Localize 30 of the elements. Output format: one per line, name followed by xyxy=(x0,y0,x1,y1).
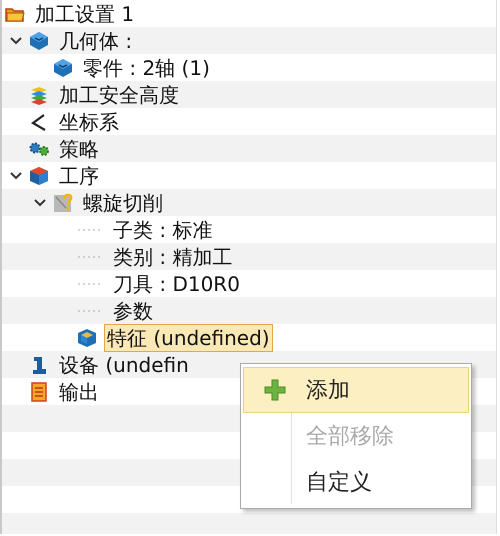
tree-item[interactable]: 螺旋切削 xyxy=(80,188,166,216)
chevron-icon[interactable] xyxy=(9,36,23,46)
tree-item[interactable]: 特征 (undefined) xyxy=(104,324,273,352)
tree-item[interactable]: 零件 : 2轴 (1) xyxy=(80,54,213,82)
cube-icon xyxy=(52,56,74,78)
chevron-icon[interactable] xyxy=(33,198,47,208)
tree-item[interactable]: 加工设置 1 xyxy=(32,0,138,28)
tree-item[interactable]: 刀具 : D10R0 xyxy=(110,270,243,298)
menu-item[interactable]: 自定义 xyxy=(243,459,469,505)
tree-item[interactable]: 类别 : 精加工 xyxy=(110,242,236,270)
cube-icon xyxy=(28,30,50,52)
tree-item[interactable]: 加工安全高度 xyxy=(56,80,182,108)
tool-icon xyxy=(52,192,74,214)
tree-item[interactable]: 参数 xyxy=(110,296,156,324)
tree-item[interactable]: 坐标系 xyxy=(56,108,122,136)
feature-icon xyxy=(76,326,98,348)
chevron-icon[interactable] xyxy=(9,170,23,180)
tree-item[interactable]: 输出 xyxy=(56,378,102,406)
tree-item[interactable]: 子类 : 标准 xyxy=(110,216,216,244)
tree-item[interactable]: 工序 xyxy=(56,162,102,190)
box-icon xyxy=(28,164,50,186)
tree-item[interactable]: 几何体 : xyxy=(56,26,136,54)
tree-line xyxy=(78,310,100,312)
plus-icon xyxy=(263,378,287,402)
tree-line xyxy=(78,256,100,258)
tree-line xyxy=(78,282,100,284)
tree-item[interactable]: 策略 xyxy=(56,134,102,162)
menu-item[interactable]: 添加 xyxy=(243,367,469,413)
tree-item[interactable]: 设备 (undefin xyxy=(56,350,192,378)
tree-line xyxy=(78,228,100,230)
